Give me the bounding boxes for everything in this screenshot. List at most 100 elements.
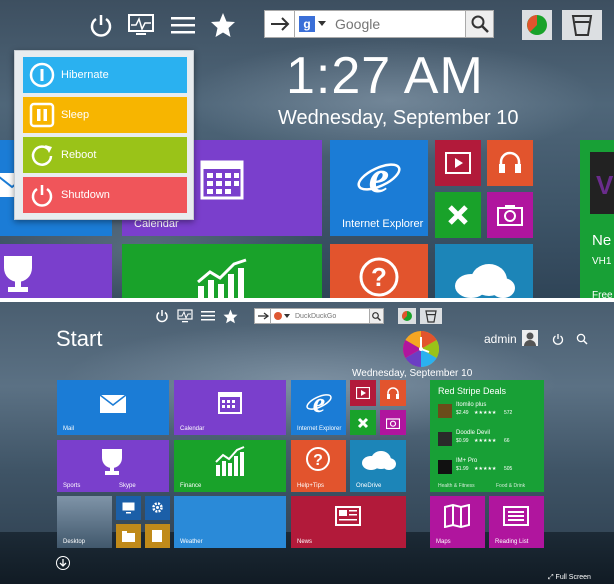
reboot-label: Reboot (61, 149, 97, 161)
app-rating-count: 66 (504, 438, 510, 444)
folder-icon (122, 531, 135, 542)
search-icon[interactable] (465, 11, 493, 37)
search-input[interactable] (295, 309, 369, 323)
video-tile[interactable] (435, 140, 481, 186)
store-item[interactable]: Doodle Devil $0.99 ★★★★★ 66 (438, 430, 538, 450)
monitor-icon[interactable] (126, 10, 156, 40)
camera-tile[interactable] (380, 410, 406, 435)
app-thumb (438, 404, 452, 418)
reading-list-tile[interactable]: Reading List (489, 496, 544, 548)
clock-date: Wednesday, September 10 (278, 107, 519, 129)
arrow-right-icon[interactable] (255, 309, 271, 323)
games-tile[interactable] (350, 410, 376, 435)
onedrive-tile[interactable] (435, 244, 533, 298)
sports-tile[interactable] (0, 244, 112, 298)
monitor-icon[interactable] (176, 308, 194, 324)
store-item[interactable]: Itomilo plus $2.49 ★★★★★ 572 (438, 402, 538, 422)
music-tile[interactable] (487, 140, 533, 186)
power-icon[interactable] (86, 10, 116, 40)
finance-tile[interactable] (122, 244, 322, 298)
search-input[interactable] (335, 11, 465, 37)
tile-label: Finance (180, 483, 202, 489)
tile-label: News (297, 539, 313, 545)
search-icon[interactable] (369, 309, 383, 323)
internet-explorer-icon: e (356, 154, 402, 200)
desktop-tile[interactable]: Desktop (57, 496, 112, 548)
ie-tile[interactable]: e Internet Explorer (291, 380, 346, 435)
avatar[interactable] (522, 330, 538, 346)
file-explorer-tile[interactable] (116, 524, 141, 548)
weather-tile[interactable]: Weather (174, 496, 286, 548)
trophy-icon (0, 254, 40, 294)
sleep-button[interactable]: Sleep (23, 97, 187, 133)
news-tile[interactable]: News (291, 496, 406, 548)
reboot-icon (31, 145, 53, 166)
finance-tile[interactable]: Finance (174, 440, 286, 492)
power-menu: Hibernate Sleep Reboot Shutdown (14, 50, 194, 220)
hibernate-button[interactable]: Hibernate (23, 57, 187, 93)
store-item[interactable]: IM+ Pro $1.99 ★★★★★ 505 (438, 458, 538, 478)
video-tile[interactable] (350, 380, 376, 406)
search-icon[interactable] (576, 332, 588, 345)
app-thumb (438, 432, 452, 446)
star-icon[interactable] (222, 308, 238, 324)
help-tile[interactable]: ? (330, 244, 428, 298)
documents-tile[interactable] (145, 524, 170, 548)
mail-tile[interactable]: Mail (57, 380, 169, 435)
tile-label: Mail (63, 426, 75, 432)
store-title: Red Stripe Deals (438, 386, 507, 396)
google-icon: g (299, 16, 315, 32)
camera-tile[interactable] (487, 192, 533, 238)
sleep-label: Sleep (61, 109, 90, 121)
help-tile[interactable]: ? Help+Tips (291, 440, 346, 492)
settings-tile[interactable] (145, 496, 170, 520)
search-engine-selector[interactable] (274, 309, 292, 323)
app-rating-count: 572 (504, 410, 513, 416)
trash-icon[interactable] (420, 308, 442, 324)
search-bar (254, 308, 384, 324)
reboot-button[interactable]: Reboot (23, 137, 187, 173)
ie-tile[interactable]: e Internet Explorer (330, 140, 428, 236)
power-icon[interactable] (552, 332, 564, 345)
tile-label: Internet Explorer (342, 218, 424, 230)
store-tile[interactable]: Red Stripe Deals Itomilo plus $2.49 ★★★★… (430, 380, 544, 492)
trash-icon[interactable] (562, 10, 602, 40)
onedrive-tile[interactable]: OneDrive (350, 440, 406, 492)
menu-icon[interactable] (168, 10, 198, 40)
power-icon[interactable] (154, 308, 170, 324)
games-tile[interactable] (435, 192, 481, 238)
pc-settings-tile[interactable] (116, 496, 141, 520)
clock-date: Wednesday, September 10 (352, 368, 473, 379)
hibernate-icon (29, 62, 55, 88)
map-icon (444, 504, 470, 528)
shutdown-button[interactable]: Shutdown (23, 177, 187, 213)
health-fitness-label: Health & Fitness (438, 483, 475, 489)
calendar-tile[interactable]: Calendar (174, 380, 286, 435)
menu-icon[interactable] (200, 308, 216, 324)
camera-icon (386, 418, 400, 429)
fullscreen-button[interactable]: ⤢ Full Screen (548, 574, 591, 582)
pie-icon[interactable] (398, 308, 416, 324)
vh1-tile[interactable]: V Ne VH1 Free (580, 140, 614, 298)
headphones-icon (497, 150, 523, 176)
sports-tile[interactable]: Sports Skype (57, 440, 169, 492)
maps-tile[interactable]: Maps (430, 496, 485, 548)
app-price: $1.99 (456, 466, 469, 472)
tile-label: Maps (436, 539, 451, 545)
app-name: Doodle Devil (456, 430, 491, 436)
pie-icon[interactable] (522, 10, 552, 40)
music-tile[interactable] (380, 380, 406, 406)
arrow-right-icon[interactable] (265, 11, 295, 37)
star-icon[interactable] (208, 10, 238, 40)
chart-up-icon (214, 446, 248, 476)
vh1-free: Free (592, 290, 613, 298)
camera-icon (497, 204, 523, 226)
search-bar: g (264, 10, 494, 38)
search-engine-selector[interactable]: g (299, 11, 331, 37)
fullscreen-label: Full Screen (555, 574, 591, 581)
vh1-logo: V (596, 170, 614, 200)
user-name[interactable]: admin (484, 332, 517, 346)
all-apps-button[interactable] (56, 556, 70, 570)
app-thumb (438, 460, 452, 474)
svg-text:e: e (313, 388, 325, 416)
